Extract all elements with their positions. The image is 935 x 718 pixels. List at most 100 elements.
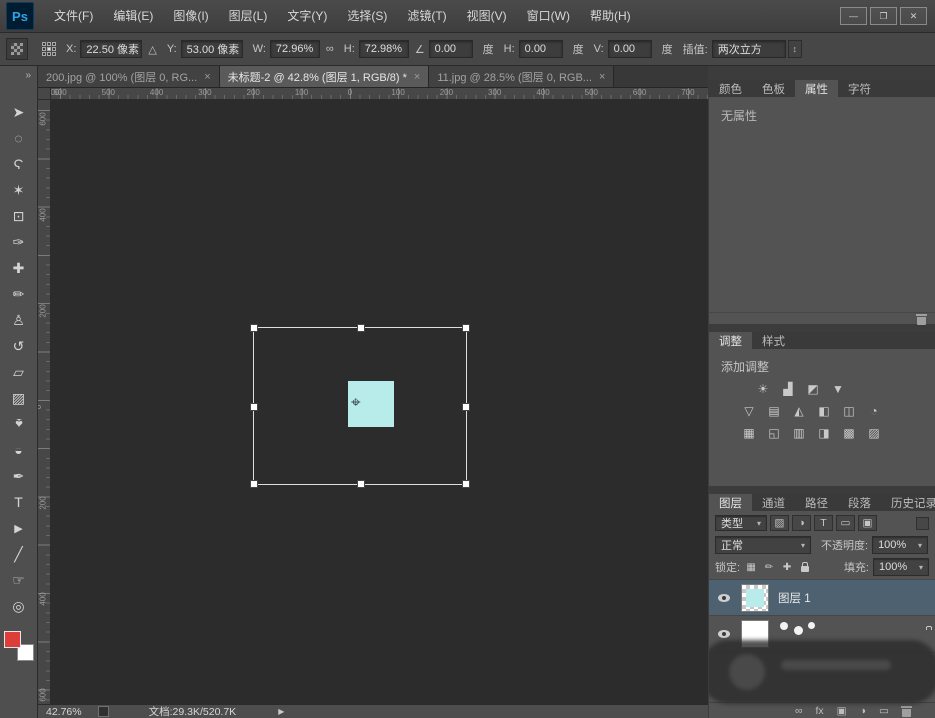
move-tool[interactable]: ➤ [6,99,32,125]
transform-handle-e[interactable] [462,403,470,411]
tab-layers[interactable]: 图层 [709,494,752,511]
transform-handle-w[interactable] [250,403,258,411]
zoom-tool[interactable]: ◎ [6,593,32,619]
layer-style-fx-icon[interactable]: fx [816,705,824,717]
crop-tool[interactable]: ⊡ [6,203,32,229]
tab-channels[interactable]: 通道 [752,494,795,511]
lasso-tool[interactable]: Ϛ [6,151,32,177]
path-selection-tool[interactable]: ▶ [6,515,32,541]
menu-window[interactable]: 窗口(W) [517,0,580,32]
close-tab-icon[interactable]: × [204,71,210,83]
exposure-icon[interactable]: ▼ [828,381,848,397]
filter-pixel-layers-icon[interactable]: ▨ [770,515,789,531]
layer-mask-icon[interactable]: ▣ [837,705,847,717]
menu-help[interactable]: 帮助(H) [580,0,641,32]
y-position-field[interactable]: 53.00 像素 [181,40,243,58]
transform-handle-n[interactable] [357,324,365,332]
gradient-map-icon[interactable]: ▩ [839,425,859,441]
maximize-button[interactable]: ❐ [870,7,897,25]
menu-edit[interactable]: 编辑(E) [103,0,163,32]
tab-properties[interactable]: 属性 [795,80,838,97]
menu-type[interactable]: 文字(Y) [277,0,337,32]
reference-point-locator-icon[interactable] [42,42,56,56]
filter-kind-select[interactable]: 类型 [715,515,767,531]
color-lookup-icon[interactable]: ▦ [739,425,759,441]
curves-icon[interactable]: ◩ [803,381,823,397]
zoom-level-field[interactable]: 42.76% [46,706,82,718]
lock-transparency-icon[interactable]: ▦ [744,562,758,573]
link-layers-icon[interactable]: ∞ [795,705,803,717]
x-position-field[interactable]: 22.50 像素 [80,40,142,58]
marquee-tool[interactable]: ◌ [6,125,32,151]
lock-all-icon[interactable] [798,562,812,572]
filter-smart-objects-icon[interactable]: ▣ [858,515,877,531]
dodge-tool[interactable]: ◒ [6,437,32,463]
interpolation-spinner-icon[interactable]: ↕ [788,40,802,58]
vibrance-icon[interactable]: ▽ [739,403,759,419]
black-white-icon[interactable]: ◧ [814,403,834,419]
layer-row-1[interactable]: 图层 1 [709,579,935,616]
levels-icon[interactable]: ▟ [778,381,798,397]
transform-handle-se[interactable] [462,480,470,488]
close-button[interactable]: ✕ [900,7,927,25]
foreground-color-swatch[interactable] [4,631,21,648]
doc-tab-2-active[interactable]: 未标题-2 @ 42.8% (图层 1, RGB/8) * × [220,66,430,87]
vertical-ruler[interactable]: 6004002000200400600 [38,100,51,704]
tab-swatches[interactable]: 色板 [752,80,795,97]
brush-tool[interactable]: ✏ [6,281,32,307]
minimize-button[interactable]: — [840,7,867,25]
tool-preset-icon[interactable] [6,38,28,60]
tab-paragraph[interactable]: 段落 [838,494,881,511]
filter-shape-layers-icon[interactable]: ▭ [836,515,855,531]
photo-filter-icon[interactable]: ◫ [839,403,859,419]
doc-tab-1[interactable]: 200.jpg @ 100% (图层 0, RG... × [38,66,220,87]
delta-icon[interactable]: △ [148,43,156,56]
new-adjustment-layer-icon[interactable]: ◑ [860,705,866,717]
link-dimensions-icon[interactable]: ∞ [326,43,334,55]
tab-history[interactable]: 历史记录 [881,494,935,511]
transform-handle-s[interactable] [357,480,365,488]
blur-tool[interactable]: ♠ [6,411,32,437]
layer-visibility-toggle[interactable] [715,630,733,638]
layer-visibility-toggle[interactable] [715,594,733,602]
delete-layer-icon[interactable] [902,709,911,717]
pen-tool[interactable]: ✒ [6,463,32,489]
opacity-select[interactable]: 100% [872,536,928,554]
threshold-icon[interactable]: ◨ [814,425,834,441]
eyedropper-tool[interactable]: ✑ [6,229,32,255]
gradient-tool[interactable]: ▨ [6,385,32,411]
menu-image[interactable]: 图像(I) [163,0,218,32]
height-scale-field[interactable]: 72.98% [359,40,409,58]
hand-tool[interactable]: ☞ [6,567,32,593]
close-tab-icon[interactable]: × [599,71,605,83]
brightness-contrast-icon[interactable]: ☀ [753,381,773,397]
eraser-tool[interactable]: ▱ [6,359,32,385]
hue-saturation-icon[interactable]: ▤ [764,403,784,419]
menu-view[interactable]: 视图(V) [457,0,517,32]
color-balance-icon[interactable]: ◭ [789,403,809,419]
canvas-area[interactable]: ⌖ [51,100,708,704]
menu-select[interactable]: 选择(S) [337,0,397,32]
posterize-icon[interactable]: ▥ [789,425,809,441]
magic-wand-tool[interactable]: ✶ [6,177,32,203]
channel-mixer-icon[interactable]: ◔ [864,403,884,419]
selective-color-icon[interactable]: ▨ [864,425,884,441]
horizontal-ruler[interactable]: 0060050040030020010001002003004005006007… [51,88,708,100]
type-tool[interactable]: T [6,489,32,515]
blend-mode-select[interactable]: 正常 [715,536,811,554]
tab-paths[interactable]: 路径 [795,494,838,511]
new-group-icon[interactable]: ▭ [879,705,889,717]
ruler-corner[interactable] [38,88,51,100]
history-brush-tool[interactable]: ↺ [6,333,32,359]
filter-toggle-icon[interactable] [916,517,929,530]
lock-pixels-icon[interactable]: ✏ [762,562,776,573]
collapse-toolbox-icon[interactable]: » [25,69,31,83]
transform-handle-ne[interactable] [462,324,470,332]
layer-name[interactable]: 图层 1 [778,590,811,606]
status-expand-icon[interactable]: ▶ [278,707,284,716]
rotation-field[interactable]: 0.00 [429,40,473,58]
layer-thumbnail[interactable] [741,584,769,612]
tab-character[interactable]: 字符 [838,80,881,97]
menu-layer[interactable]: 图层(L) [219,0,278,32]
lock-position-icon[interactable]: ✚ [780,562,794,573]
